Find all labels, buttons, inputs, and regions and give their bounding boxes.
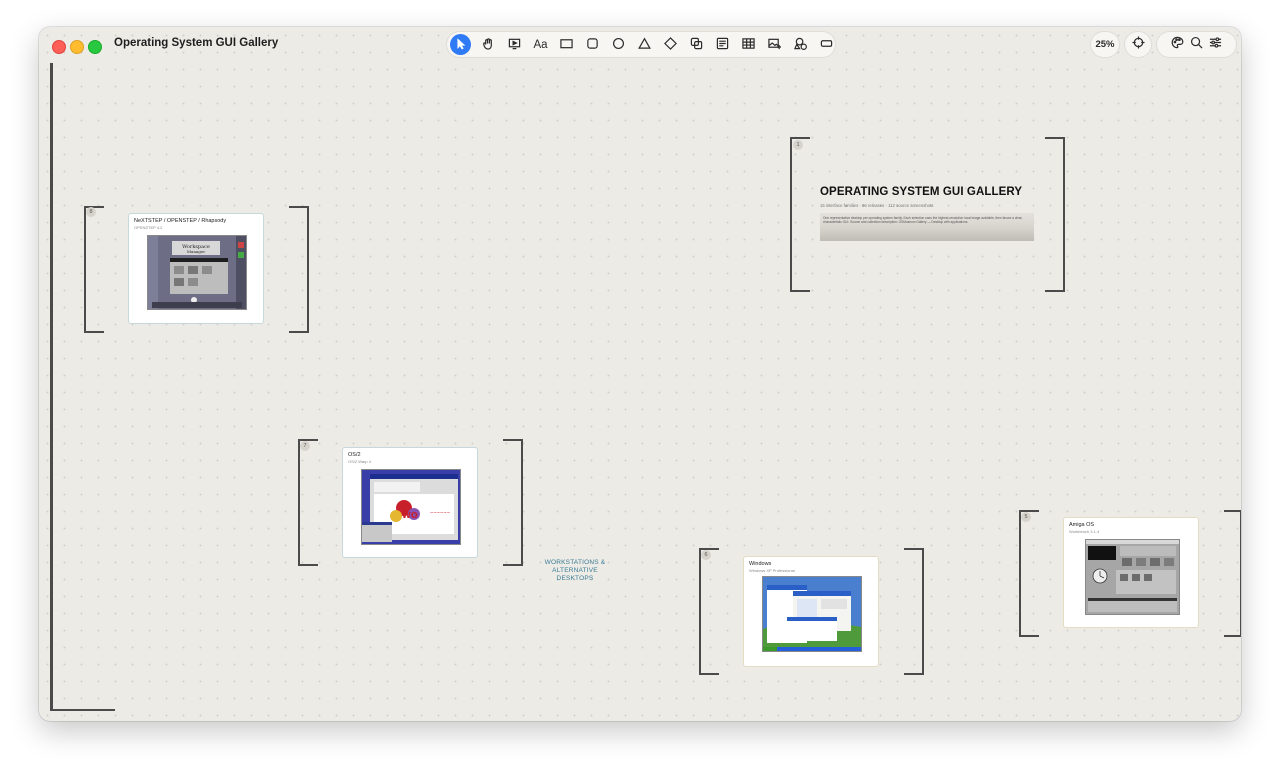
hero-number-badge: 1 <box>793 140 803 150</box>
outer-frame-bottom-edge <box>50 708 115 711</box>
overlapping-squares-icon <box>690 37 703 53</box>
card-nextstep[interactable]: NeXTSTEP / OPENSTEP / Rhapsody OPENSTEP … <box>128 213 264 324</box>
card-7-number-badge: 7 <box>300 441 310 451</box>
frame-tool[interactable] <box>814 34 839 55</box>
triangle-icon <box>638 36 651 53</box>
present-tool[interactable] <box>502 34 527 55</box>
search-icon[interactable] <box>1190 36 1203 54</box>
svg-text:~~~~~~: ~~~~~~ <box>430 510 450 515</box>
zoom-level-button[interactable]: 25% <box>1091 32 1119 57</box>
palette-icon[interactable] <box>1171 36 1184 54</box>
section-label: WORKSTATIONS & ALTERNATIVE DESKTOPS <box>544 559 606 582</box>
circle-tool[interactable] <box>606 34 631 55</box>
note-icon <box>716 37 729 53</box>
svg-text:Manager: Manager <box>187 249 205 254</box>
svg-text:WO: WO <box>402 511 418 520</box>
card-6-number-badge: 6 <box>701 550 711 560</box>
canvas[interactable]: 1 OPERATING SYSTEM GUI GALLERY 15 interf… <box>39 27 1241 721</box>
maximize-window-button[interactable] <box>88 40 102 54</box>
rounded-rectangle-tool[interactable] <box>580 34 605 55</box>
card-8-bracket-right <box>289 206 309 333</box>
text-tool[interactable]: Aa <box>528 34 553 55</box>
nextstep-screenshot: Workspace Manager <box>147 235 247 310</box>
card-os2[interactable]: OS/2 OS/2 Warp 4 WO ~~~~~~ <box>342 447 478 558</box>
card-subtitle: Windows XP Professional <box>749 568 795 573</box>
image-tool[interactable] <box>762 34 787 55</box>
triangle-tool[interactable] <box>632 34 657 55</box>
card-5-number-badge: 5 <box>1021 512 1031 522</box>
card-7-bracket-left <box>298 439 318 566</box>
hand-icon <box>482 37 495 53</box>
circle-icon <box>612 37 625 53</box>
hero-subtitle: 15 interface families · 66 releases · 11… <box>820 203 934 208</box>
shapes-tool[interactable] <box>684 34 709 55</box>
card-title: NeXTSTEP / OPENSTEP / Rhapsody <box>134 218 227 224</box>
window-title: Operating System GUI Gallery <box>114 37 279 49</box>
rectangle-icon <box>560 37 573 53</box>
shapes-add-icon <box>793 37 807 53</box>
minimize-window-button[interactable] <box>70 40 84 54</box>
windows-screenshot <box>762 576 862 652</box>
card-5-bracket-right <box>1224 510 1241 637</box>
card-5-bracket-left <box>1019 510 1039 637</box>
tool-palette: Aa <box>447 32 835 57</box>
close-window-button[interactable] <box>52 40 66 54</box>
hero-description-box: One representative desktop per operating… <box>820 213 1034 241</box>
card-windows[interactable]: Windows Windows XP Professional <box>743 556 879 667</box>
card-8-bracket-left <box>84 206 104 333</box>
presentation-icon <box>508 37 521 53</box>
card-subtitle: Workbench 3.1.4 <box>1069 529 1100 534</box>
card-subtitle: OPENSTEP 4.2 <box>134 225 163 230</box>
rectangle-tool[interactable] <box>554 34 579 55</box>
table-tool[interactable] <box>736 34 761 55</box>
diamond-tool[interactable] <box>658 34 683 55</box>
sliders-icon[interactable] <box>1209 36 1222 54</box>
right-toolbar-group <box>1157 32 1236 57</box>
card-6-bracket-left <box>699 548 719 675</box>
card-title: Windows <box>749 561 772 567</box>
hand-tool[interactable] <box>476 34 501 55</box>
hero-description: One representative desktop per operating… <box>823 216 1023 224</box>
card-subtitle: OS/2 Warp 4 <box>348 459 371 464</box>
rounded-rectangle-icon <box>586 37 599 53</box>
cursor-arrow-icon <box>454 37 467 53</box>
recenter-button[interactable] <box>1125 32 1151 57</box>
card-7-bracket-right <box>503 439 523 566</box>
app-window: 1 OPERATING SYSTEM GUI GALLERY 15 interf… <box>39 27 1241 721</box>
card-8-number-badge: 8 <box>86 207 96 217</box>
crosshair-icon <box>1131 35 1145 54</box>
card-title: Amiga OS <box>1069 522 1095 528</box>
stickers-tool[interactable] <box>788 34 813 55</box>
hero-title: OPERATING SYSTEM GUI GALLERY <box>820 186 1023 198</box>
hero-bracket-left <box>790 137 810 292</box>
select-tool[interactable] <box>450 34 471 55</box>
card-title: OS/2 <box>348 452 361 458</box>
os2-screenshot: WO ~~~~~~ <box>361 469 461 545</box>
diamond-icon <box>664 36 677 53</box>
card-amiga[interactable]: Amiga OS Workbench 3.1.4 <box>1063 517 1199 628</box>
table-icon <box>742 37 755 53</box>
amiga-screenshot <box>1085 539 1180 615</box>
image-add-icon <box>768 37 781 53</box>
outer-frame-left-edge <box>50 63 53 711</box>
hero-bracket-right <box>1045 137 1065 292</box>
card-6-bracket-right <box>904 548 924 675</box>
title-bar: Operating System GUI Gallery Aa 25% <box>39 27 1241 63</box>
note-tool[interactable] <box>710 34 735 55</box>
frame-icon <box>820 37 833 53</box>
